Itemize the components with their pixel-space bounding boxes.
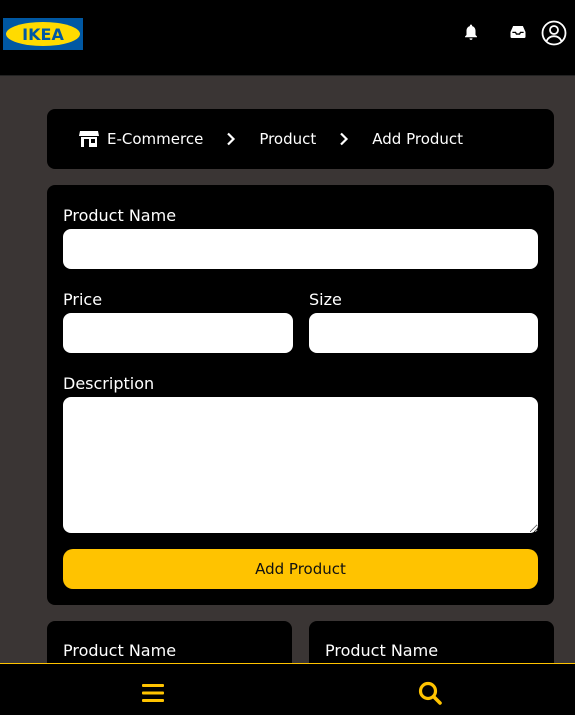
logo-ellipse: IKEA xyxy=(6,22,80,46)
add-product-button[interactable]: Add Product xyxy=(63,549,538,589)
breadcrumb-label-ecommerce: E-Commerce xyxy=(107,130,204,148)
price-label: Price xyxy=(63,290,103,309)
product-card-title: Product Name xyxy=(325,641,439,660)
breadcrumb-item-add-product: Add Product xyxy=(372,130,463,148)
chevron-right-icon xyxy=(316,132,372,146)
search-icon[interactable] xyxy=(417,680,443,706)
menu-icon[interactable] xyxy=(140,680,166,706)
product-name-label: Product Name xyxy=(63,206,177,225)
breadcrumb-label-add-product: Add Product xyxy=(372,130,464,148)
store-icon xyxy=(79,130,99,148)
description-textarea[interactable] xyxy=(63,397,538,533)
breadcrumb-item-product[interactable]: Product xyxy=(259,130,316,148)
chevron-right-icon xyxy=(203,132,259,146)
bottom-navbar xyxy=(0,663,575,715)
logo-text: IKEA xyxy=(22,24,64,44)
product-card-title: Product Name xyxy=(63,641,177,660)
price-input[interactable] xyxy=(63,313,293,353)
inbox-icon[interactable] xyxy=(506,20,530,44)
description-label: Description xyxy=(63,374,155,393)
breadcrumb-item-ecommerce[interactable]: E-Commerce xyxy=(79,130,203,148)
add-product-form: Product Name Price Size Description Add … xyxy=(47,185,554,605)
size-label: Size xyxy=(309,290,342,309)
top-navbar: IKEA xyxy=(0,0,575,76)
product-name-input[interactable] xyxy=(63,229,538,269)
size-input[interactable] xyxy=(309,313,538,353)
breadcrumb: E-Commerce Product Add Product xyxy=(47,109,554,169)
user-circle-icon[interactable] xyxy=(541,20,567,46)
ikea-logo[interactable]: IKEA xyxy=(3,18,83,50)
bell-icon[interactable] xyxy=(459,20,483,44)
breadcrumb-label-product: Product xyxy=(259,130,317,148)
